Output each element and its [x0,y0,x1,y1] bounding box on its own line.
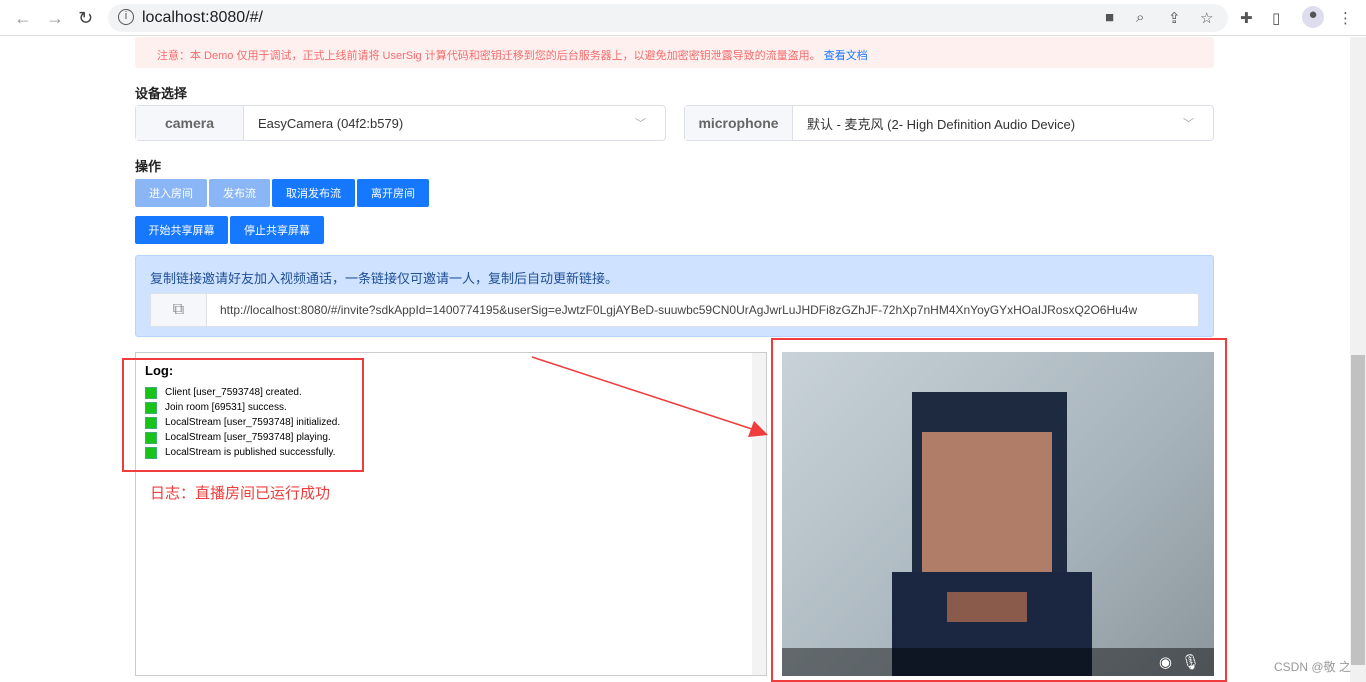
invite-link-field[interactable]: ⧉ http://localhost:8080/#/invite?sdkAppI… [150,293,1199,327]
log-entry: LocalStream [user_7593748] playing. [145,430,340,445]
back-icon[interactable]: ← [14,8,32,29]
status-square-icon [145,446,157,459]
join-room-button[interactable]: 进入房间 [135,179,207,207]
microphone-icon[interactable]: 🎙 [1181,653,1200,671]
log-title: Log: [145,363,174,378]
video-controls [782,648,1214,676]
extensions-icon[interactable]: ✚ [1240,9,1253,27]
webcam-icon[interactable]: ◉ [1159,653,1172,671]
log-entry-text: LocalStream [user_7593748] playing. [165,432,331,443]
unpublish-button[interactable]: 取消发布流 [272,179,355,207]
notice-text: 注意：本 Demo 仅用于调试，正式上线前请将 UserSig 计算代码和密钥迁… [157,50,821,62]
forward-icon[interactable]: → [46,8,64,29]
log-entry: LocalStream [user_7593748] initialized. [145,415,340,430]
docs-link[interactable]: 查看文档 [824,50,868,62]
profile-icon[interactable]: ● [1302,6,1324,28]
stop-share-button[interactable]: 停止共享屏幕 [230,216,324,244]
watermark: CSDN @敬 之 [1274,660,1351,674]
status-square-icon [145,386,157,399]
log-entry-text: Join room [69531] success. [165,402,287,413]
share-icon[interactable]: ⇪ [1168,9,1181,27]
zoom-icon[interactable]: ⌕ [1136,9,1144,26]
invite-panel: 复制链接邀请好友加入视频通话，一条链接仅可邀请一人，复制后自动更新链接。 ⧉ h… [135,255,1214,337]
log-entry: LocalStream is published successfully. [145,445,340,460]
status-square-icon [145,401,157,414]
microphone-label: microphone [685,106,793,140]
copy-icon[interactable]: ⧉ [151,294,207,326]
log-entry-text: LocalStream is published successfully. [165,447,336,458]
log-entry: Join room [69531] success. [145,400,340,415]
annotation-arrow [531,356,768,437]
star-icon[interactable]: ☆ [1200,9,1213,27]
device-heading: 设备选择 [135,86,188,101]
sidepanel-icon[interactable]: ▯ [1272,9,1280,27]
reload-icon[interactable]: ↻ [78,8,93,29]
microphone-select[interactable]: microphone 默认 - 麦克风 (2- High Definition … [684,105,1214,141]
menu-icon[interactable]: ⋮ [1338,9,1353,27]
chevron-down-icon: ﹀ [1183,118,1194,130]
log-entry-text: Client [user_7593748] created. [165,387,302,398]
url-text[interactable]: localhost:8080/#/ [142,9,263,27]
camera-value: EasyCamera (04f2:b579) [258,115,404,131]
camera-label: camera [136,106,244,140]
page-scrollbar[interactable] [1350,37,1366,682]
log-list: Log: Client [user_7593748] created. Join … [145,363,340,460]
status-square-icon [145,416,157,429]
local-video: ◉ 🎙 [782,352,1214,676]
info-icon[interactable]: i [118,9,134,25]
start-share-button[interactable]: 开始共享屏幕 [135,216,228,244]
ops-heading: 操作 [135,159,162,174]
browser-toolbar: ← → ↻ i localhost:8080/#/ ■ ⌕ ⇪ ☆ ✚ ▯ ● … [0,0,1366,36]
log-entry-text: LocalStream [user_7593748] initialized. [165,417,341,428]
scrollbar-thumb[interactable] [1351,355,1365,665]
log-entry: Client [user_7593748] created. [145,385,340,400]
publish-button[interactable]: 发布流 [209,179,270,207]
leave-room-button[interactable]: 离开房间 [357,179,429,207]
address-bar[interactable]: i localhost:8080/#/ [108,4,1228,32]
camera-select[interactable]: camera EasyCamera (04f2:b579) ﹀ [135,105,666,141]
invite-link[interactable]: http://localhost:8080/#/invite?sdkAppId=… [207,294,1137,326]
invite-text: 复制链接邀请好友加入视频通话，一条链接仅可邀请一人，复制后自动更新链接。 [150,271,619,286]
page: 注意：本 Demo 仅用于调试，正式上线前请将 UserSig 计算代码和密钥迁… [0,37,1350,682]
camera-icon[interactable]: ■ [1105,9,1114,26]
annotation-text: 日志：直播房间已运行成功 [150,485,331,502]
status-square-icon [145,431,157,444]
microphone-value: 默认 - 麦克风 (2- High Definition Audio Devic… [807,116,1076,132]
chevron-down-icon: ﹀ [635,118,646,130]
notice-banner: 注意：本 Demo 仅用于调试，正式上线前请将 UserSig 计算代码和密钥迁… [135,37,1214,68]
